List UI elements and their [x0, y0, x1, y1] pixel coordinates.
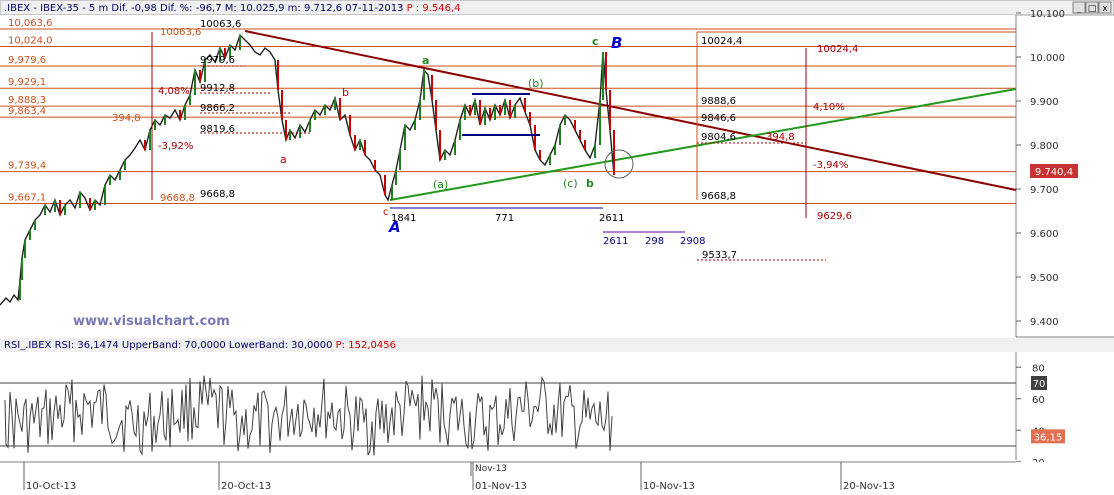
annot-9866: 9866,2: [200, 103, 235, 114]
wave-green-a: a: [422, 54, 429, 67]
level-label: 9,888,3: [8, 95, 46, 106]
annot-r9629: 9629,6: [817, 211, 852, 222]
price-chart[interactable]: .IBEX - IBEX-35 - 5 m Dif. -0,98 Dif. %:…: [0, 0, 1114, 495]
annot-392: -3,92%: [158, 141, 193, 152]
date-label: 20-Nov-13: [843, 481, 895, 492]
rsi-tick-label: 60: [1032, 395, 1045, 406]
annot-408: 4,08%: [158, 86, 190, 97]
wave-paren-a: (a): [433, 178, 448, 191]
wave-green-c: c: [592, 35, 599, 48]
annot-771: 771: [495, 213, 514, 224]
annot-r10024b: 10024,4: [817, 44, 858, 55]
annot-r9668: 9668,8: [701, 191, 736, 202]
price-tick-label: 9.700: [1030, 185, 1059, 196]
price-tick-label: 9.900: [1030, 97, 1059, 108]
wave-B: B: [611, 34, 622, 52]
annot-r3948: 394,8: [766, 132, 795, 143]
wave-c: c: [383, 207, 389, 218]
annot-3948: 394,8: [112, 113, 141, 124]
price-tick-label: 10.000: [1030, 53, 1065, 64]
wave-b: b: [342, 86, 349, 99]
header-price: P : 9.546,4: [407, 3, 461, 14]
date-label: 20-Oct-13: [221, 481, 271, 492]
rsi-title: RSI_.IBEX RSI: 36,1474 UpperBand: 70,000…: [4, 340, 396, 351]
window-button-label: x: [1102, 4, 1108, 14]
current-price-label: 9.740,4: [1035, 167, 1073, 178]
annot-2611b: 2611: [603, 236, 628, 247]
rsi-current-label: 36,15: [1034, 432, 1063, 443]
annot-9668: 9668,8: [200, 189, 235, 200]
window-button-label: _: [1076, 4, 1082, 14]
window-button-label: □: [1088, 4, 1097, 14]
annot-r9533: 9533,7: [702, 250, 737, 261]
date-axis-area: [0, 462, 1114, 495]
level-label: 10,024,0: [8, 35, 53, 46]
annot-298: 298: [645, 236, 664, 247]
annot-997: 9979,6: [200, 55, 235, 66]
annot-r10024: 10024,4: [701, 36, 742, 47]
annot-r9846: 9846,6: [701, 113, 736, 124]
annot-10063b: 10063,6: [160, 27, 201, 38]
price-tick-label: 10.100: [1030, 9, 1065, 20]
annot-9668b: 9668,8: [160, 193, 195, 204]
price-tick-label: 9.400: [1030, 317, 1059, 328]
price-tick-label: 9.800: [1030, 141, 1059, 152]
date-label: 10-Nov-13: [643, 481, 695, 492]
level-label: 9,979,6: [8, 55, 46, 66]
level-label: 10,063,6: [8, 18, 53, 29]
wave-paren-c: (c): [563, 177, 578, 190]
annot-9912: 9912,8: [200, 83, 235, 94]
price-tick-label: 9.500: [1030, 273, 1059, 284]
wave-a: a: [280, 153, 287, 166]
annot-10063: 10063,6: [200, 19, 241, 30]
wave-paren-b: (b): [528, 77, 544, 90]
annot-2908: 2908: [680, 236, 705, 247]
rsi-tick-label: 80: [1032, 363, 1045, 374]
level-label: 9,929,1: [8, 77, 46, 88]
level-label: 9,739,4: [8, 161, 46, 172]
level-label: 9,667,1: [8, 192, 46, 203]
annot-2611: 2611: [599, 213, 624, 224]
price-tick-label: 9.600: [1030, 229, 1059, 240]
header-text: .IBEX - IBEX-35 - 5 m Dif. -0,98 Dif. %:…: [4, 3, 461, 14]
date-label: 10-Oct-13: [26, 481, 76, 492]
rsi-upper-label: 70: [1033, 379, 1046, 390]
annot-r9804: 9804,6: [701, 132, 736, 143]
annot-9819: 9819,6: [200, 124, 235, 135]
wave-A: A: [388, 218, 401, 236]
annot-r394: -3,94%: [813, 160, 848, 171]
wave-green-b: b: [586, 177, 594, 190]
date-label: 01-Nov-13: [475, 481, 527, 492]
watermark: www.visualchart.com: [73, 314, 230, 329]
rsi-p: P: 152,0456: [336, 340, 396, 351]
annot-r410: 4,10%: [813, 102, 845, 113]
annot-r9888: 9888,6: [701, 96, 736, 107]
level-label: 9,863,4: [8, 106, 46, 117]
chart-window: .IBEX - IBEX-35 - 5 m Dif. -0,98 Dif. %:…: [0, 0, 1114, 495]
date-sub-label: Nov-13: [475, 464, 507, 474]
